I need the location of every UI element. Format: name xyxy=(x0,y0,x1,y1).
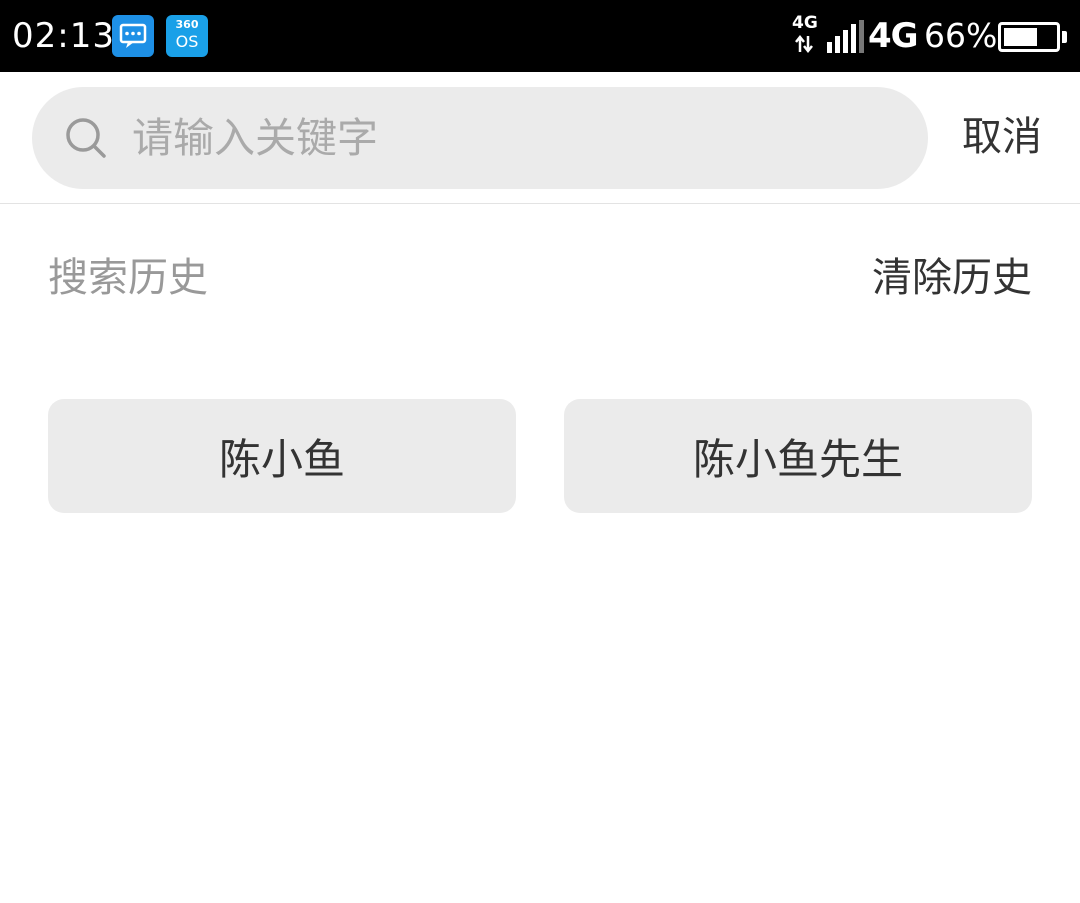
history-item[interactable]: 陈小鱼 xyxy=(48,399,516,513)
search-box[interactable] xyxy=(32,87,928,189)
search-header: 取消 xyxy=(0,72,1080,204)
os-badge-top: 360 xyxy=(175,18,199,31)
battery-tip xyxy=(1062,31,1067,43)
battery-icon xyxy=(998,22,1060,52)
message-icon xyxy=(112,15,154,57)
network-type-small: 4G xyxy=(792,13,818,33)
history-item[interactable]: 陈小鱼先生 xyxy=(564,399,1032,513)
status-bar: 02:13 360 OS 4G 4G 66% xyxy=(0,0,1080,72)
network-type: 4G xyxy=(868,16,919,56)
battery-percent: 66% xyxy=(924,16,998,55)
cancel-button[interactable]: 取消 xyxy=(962,108,1042,166)
signal-bars-icon xyxy=(826,20,868,54)
360os-icon: 360 OS xyxy=(166,15,208,57)
status-time: 02:13 xyxy=(12,16,115,56)
battery-fill xyxy=(1004,28,1037,46)
os-badge-bottom: OS xyxy=(175,32,199,51)
search-history-title: 搜索历史 xyxy=(48,255,208,301)
search-icon xyxy=(64,116,108,160)
data-arrows-icon xyxy=(794,34,814,59)
clear-history-button[interactable]: 清除历史 xyxy=(872,248,1032,308)
search-input[interactable] xyxy=(132,103,892,173)
